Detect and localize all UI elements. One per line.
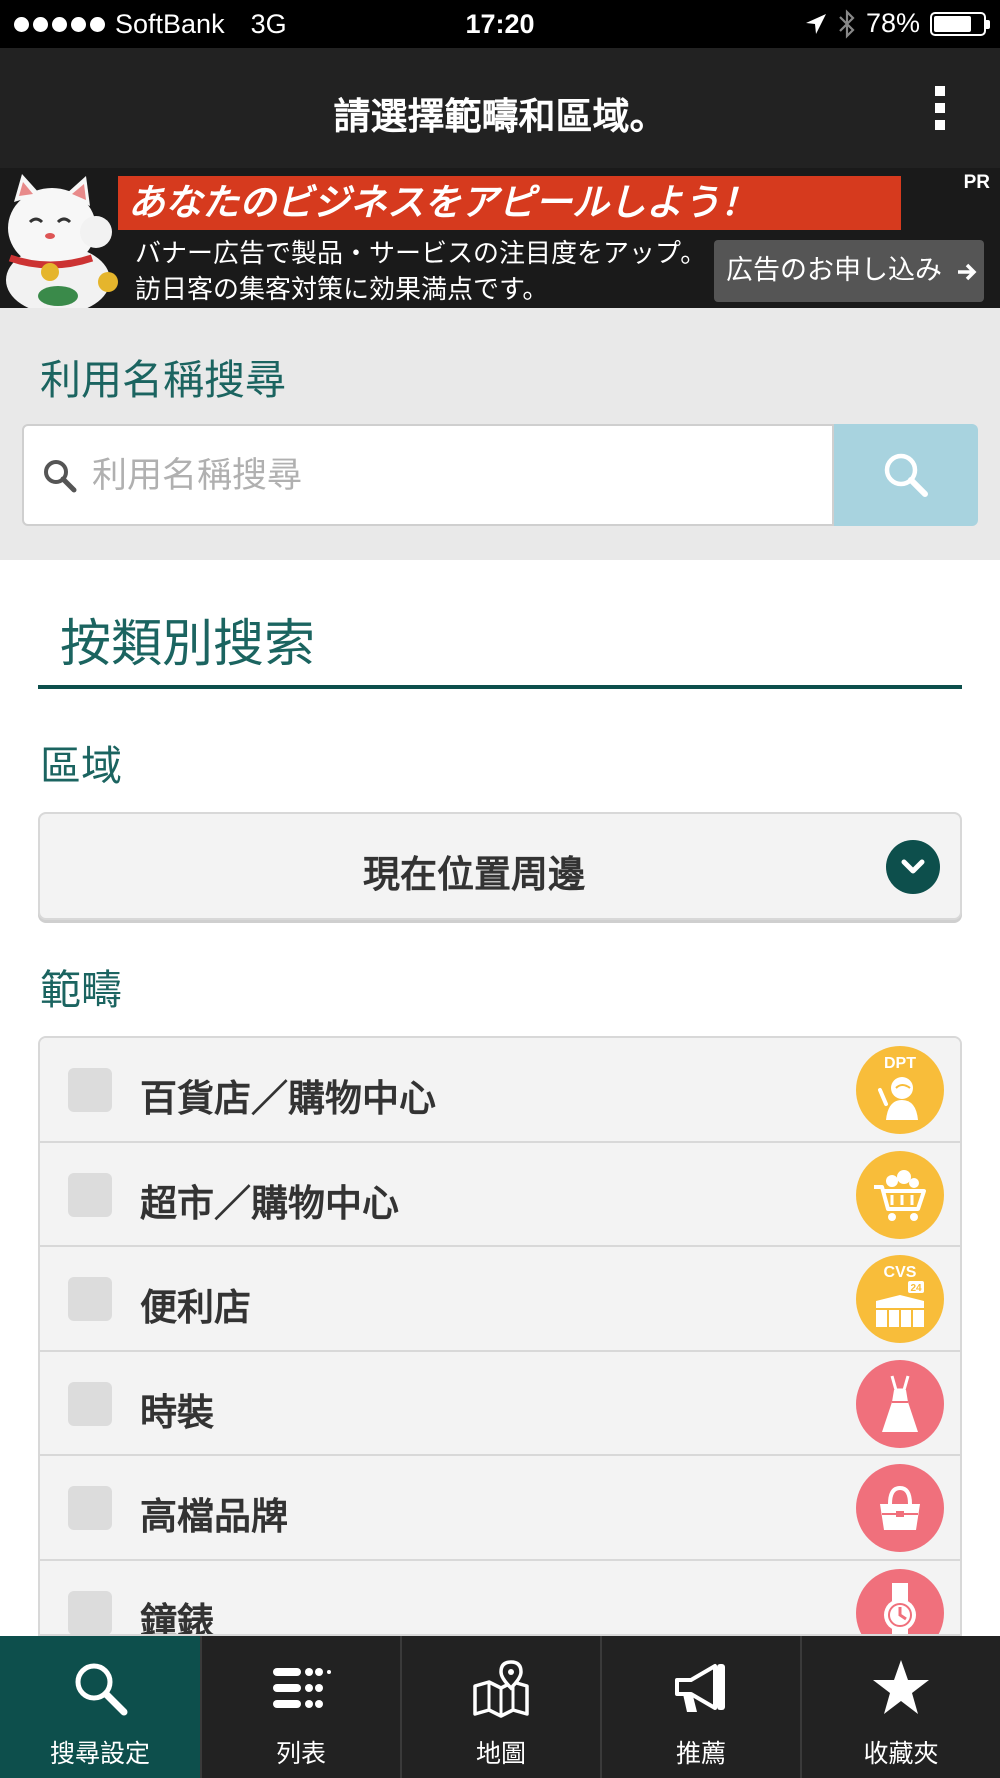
area-selected-value: 現在位置周邊 bbox=[363, 853, 585, 896]
ad-body-line: 訪日客の集客対策に効果満点です。 bbox=[135, 275, 549, 305]
category-checkbox[interactable] bbox=[68, 1068, 112, 1112]
battery-percentage: 78% bbox=[865, 8, 920, 38]
location-arrow-icon bbox=[805, 13, 826, 34]
category-label: 範疇 bbox=[40, 966, 122, 1014]
search-input[interactable] bbox=[92, 438, 812, 514]
category-label-text: 百貨店／購物中心 bbox=[140, 1077, 436, 1120]
category-label-text: 超市／購物中心 bbox=[140, 1181, 399, 1225]
chevron-down-icon bbox=[886, 840, 940, 894]
department-store-icon: DPT bbox=[856, 1046, 944, 1134]
convenience-store-icon: CVS 24 bbox=[856, 1255, 944, 1343]
category-row[interactable]: 時裝 bbox=[40, 1351, 960, 1456]
tab-recommend[interactable]: 推薦 bbox=[600, 1636, 800, 1778]
page-title: 請選擇範疇和區域。 bbox=[333, 95, 667, 138]
category-row[interactable]: 鐘錶 bbox=[40, 1560, 960, 1636]
category-checkbox[interactable] bbox=[68, 1590, 112, 1634]
ad-apply-button[interactable]: 広告のお申し込み bbox=[714, 240, 984, 302]
megaphone-icon bbox=[675, 1664, 725, 1712]
ad-headline: あなたのビジネスをアピールしよう！ bbox=[118, 176, 901, 230]
category-checkbox[interactable] bbox=[68, 1277, 112, 1321]
category-checkbox[interactable] bbox=[68, 1486, 112, 1530]
handbag-icon bbox=[856, 1464, 944, 1552]
department-store-badge: DPT bbox=[884, 1055, 916, 1072]
category-search-heading: 按類別搜索 bbox=[60, 615, 316, 674]
tab-bar: 搜尋設定 列表 地圖 推薦 收藏夾 bbox=[0, 1636, 1000, 1778]
search-icon bbox=[44, 460, 77, 493]
search-field[interactable] bbox=[22, 424, 834, 526]
watch-icon bbox=[856, 1568, 944, 1634]
status-bar: SoftBank 3G 17:20 78% bbox=[0, 0, 1000, 48]
tab-label: 搜尋設定 bbox=[49, 1739, 150, 1768]
category-checkbox[interactable] bbox=[68, 1381, 112, 1426]
convenience-store-badge: CVS bbox=[884, 1264, 917, 1281]
map-icon bbox=[473, 1660, 529, 1718]
tab-label: 推薦 bbox=[675, 1739, 726, 1768]
tab-map[interactable]: 地圖 bbox=[400, 1636, 600, 1778]
ad-apply-label: 広告のお申し込み bbox=[726, 255, 942, 286]
search-icon bbox=[75, 1663, 128, 1716]
convenience-store-badge-24: 24 bbox=[910, 1283, 922, 1294]
bluetooth-icon bbox=[839, 8, 855, 39]
tab-label: 收藏夾 bbox=[863, 1739, 939, 1768]
category-label-text: 便利店 bbox=[140, 1286, 251, 1329]
search-icon bbox=[884, 453, 928, 497]
category-row[interactable]: 超市／購物中心 bbox=[40, 1142, 960, 1247]
search-button[interactable] bbox=[834, 424, 978, 526]
category-label-text: 時裝 bbox=[140, 1390, 214, 1434]
battery-icon bbox=[930, 11, 990, 36]
name-search-title: 利用名稱搜尋 bbox=[40, 356, 286, 404]
area-select[interactable]: 現在位置周邊 bbox=[38, 812, 962, 920]
tab-favorites[interactable]: 收藏夾 bbox=[800, 1636, 1000, 1778]
name-search-section: 利用名稱搜尋 bbox=[0, 308, 1000, 560]
ad-pr-label: PR bbox=[963, 172, 990, 193]
divider bbox=[38, 685, 962, 689]
category-checkbox[interactable] bbox=[68, 1172, 112, 1217]
ad-body-line: バナー広告で製品・サービスの注目度をアップ。 bbox=[135, 239, 707, 269]
app-header: 請選擇範疇和區域。 bbox=[0, 48, 1000, 168]
dress-icon bbox=[856, 1359, 944, 1448]
ad-body: バナー広告で製品・サービスの注目度をアップ。 訪日客の集客対策に効果満点です。 bbox=[135, 236, 706, 308]
shopping-cart-icon bbox=[856, 1150, 944, 1239]
category-label-text: 高檔品牌 bbox=[140, 1495, 288, 1538]
tab-search-settings[interactable]: 搜尋設定 bbox=[0, 1636, 200, 1778]
lucky-cat-icon bbox=[6, 174, 118, 308]
category-row[interactable]: 便利店 CVS 24 bbox=[40, 1247, 960, 1352]
area-label: 區域 bbox=[40, 742, 122, 790]
tab-list[interactable]: 列表 bbox=[200, 1636, 400, 1778]
star-icon bbox=[873, 1660, 929, 1714]
category-label-text: 鐘錶 bbox=[140, 1599, 214, 1636]
ad-banner[interactable]: あなたのビジネスをアピールしよう！ PR バナー広告で製品・サービスの注目度をア… bbox=[0, 168, 1000, 308]
tab-label: 列表 bbox=[275, 1739, 326, 1768]
kebab-menu-icon[interactable] bbox=[930, 86, 950, 130]
category-row[interactable]: 百貨店／購物中心 DPT bbox=[40, 1038, 960, 1143]
category-list: 百貨店／購物中心 DPT 超市／購物中心 便利店 CVS 24 時裝 高檔品牌 … bbox=[38, 1036, 962, 1636]
tab-label: 地圖 bbox=[475, 1739, 526, 1768]
category-row[interactable]: 高檔品牌 bbox=[40, 1456, 960, 1561]
arrow-right-icon bbox=[957, 263, 977, 280]
list-icon bbox=[273, 1668, 331, 1708]
